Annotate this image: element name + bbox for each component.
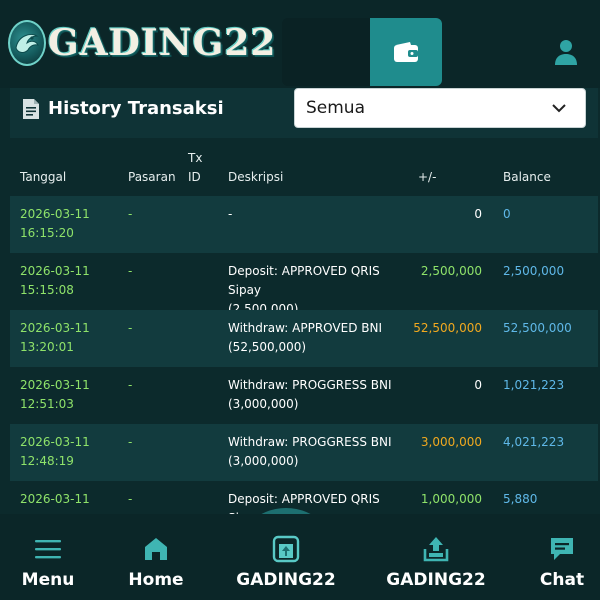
col-header-tanggal: Tanggal <box>20 170 67 184</box>
cell-description-line2: (52,500,000) <box>228 340 307 354</box>
cell-date: 2026-03-11 <box>20 490 115 509</box>
cell-date: 2026-03-11 12:51:03 <box>20 376 115 414</box>
brand-name: GADING22 <box>48 22 277 64</box>
cell-amount: 3,000,000 <box>420 435 482 449</box>
cell-date-time: 16:15:20 <box>20 226 74 240</box>
cell-date-time: 12:48:19 <box>20 454 74 468</box>
cell-date-time: 12:51:03 <box>20 397 74 411</box>
cell-description-line2: (3,000,000) <box>228 454 299 468</box>
cell-balance: 5,880 <box>503 492 538 506</box>
cell-pasaran: - <box>128 378 133 392</box>
cell-description: Withdraw: PROGGRESS BNI (3,000,000) <box>228 433 408 471</box>
wallet-icon <box>394 42 418 62</box>
cell-date-day: 2026-03-11 <box>20 492 90 506</box>
col-header-pasaran: Pasaran <box>128 170 176 184</box>
cell-date: 2026-03-11 12:48:19 <box>20 433 115 471</box>
table-row: 2026-03-11 12:48:19 - Withdraw: PROGGRESS B… <box>10 424 598 481</box>
cell-amount: 2,500,000 <box>420 264 482 278</box>
cell-amount: 1,000,000 <box>420 492 482 506</box>
chevron-down-icon <box>552 104 566 113</box>
cell-date-day: 2026-03-11 <box>20 321 90 335</box>
cell-amount: 0 <box>474 378 482 392</box>
top-header: GADING22 <box>0 0 600 88</box>
user-profile-button[interactable] <box>548 34 584 70</box>
table-row: 2026-03-11 13:20:01 - Withdraw: APPROVED BN… <box>10 310 598 367</box>
table-row: 2026-03-11 15:15:08 - Deposit: APPROVED QRI… <box>10 253 598 316</box>
cell-date-time: 13:20:01 <box>20 340 74 354</box>
filter-selected-value: Semua <box>306 98 366 118</box>
nav-item-deposit[interactable]: GADING22 <box>233 514 339 600</box>
cell-date: 2026-03-11 13:20:01 <box>20 319 115 357</box>
table-body: 2026-03-11 16:15:20 - - 0 0 2026-03-11 15:15:08… <box>10 196 598 538</box>
cell-balance: 4,021,223 <box>503 435 565 449</box>
transaction-filter-select[interactable]: Semua <box>294 88 586 128</box>
cell-balance: 0 <box>503 207 511 221</box>
cell-description-line1: Deposit: APPROVED QRIS Sipay <box>228 264 380 297</box>
chat-icon <box>547 534 577 564</box>
col-header-balance: Balance <box>503 170 551 184</box>
cell-description-line2: (3,000,000) <box>228 397 299 411</box>
cell-description: Withdraw: APPROVED BNI (52,500,000) <box>228 319 408 357</box>
cell-date-day: 2026-03-11 <box>20 435 90 449</box>
cell-description: - <box>228 205 408 224</box>
cell-pasaran: - <box>128 264 133 278</box>
dragon-emblem-icon <box>8 20 46 66</box>
cell-description-line1: Withdraw: APPROVED BNI <box>228 321 383 335</box>
nav-label-deposit: GADING22 <box>236 570 336 590</box>
col-header-deskripsi: Deskripsi <box>228 170 284 184</box>
user-icon <box>555 40 577 65</box>
cell-pasaran: - <box>128 492 133 506</box>
cell-balance: 1,021,223 <box>503 378 565 392</box>
cell-description: Withdraw: PROGGRESS BNI (3,000,000) <box>228 376 408 414</box>
nav-label-menu: Menu <box>21 570 75 590</box>
upload-icon <box>421 534 451 564</box>
cell-date-day: 2026-03-11 <box>20 378 90 392</box>
col-header-tx-line1: Tx <box>188 151 203 165</box>
col-header-tx-line2: ID <box>188 170 201 184</box>
transaction-table: Tanggal Pasaran Tx ID Deskripsi +/- Bala… <box>10 140 598 538</box>
cell-description-line1: Withdraw: PROGGRESS BNI <box>228 378 392 392</box>
table-header: Tanggal Pasaran Tx ID Deskripsi +/- Bala… <box>10 140 598 196</box>
deposit-icon <box>271 534 301 564</box>
cell-amount: 0 <box>474 207 482 221</box>
cell-pasaran: - <box>128 207 133 221</box>
cell-balance: 52,500,000 <box>503 321 572 335</box>
nav-item-home[interactable]: Home <box>122 514 190 600</box>
cell-date-day: 2026-03-11 <box>20 264 90 278</box>
cell-date-day: 2026-03-11 <box>20 207 90 221</box>
col-header-amount: +/- <box>418 170 437 184</box>
nav-item-withdraw[interactable]: GADING22 <box>386 514 486 600</box>
nav-label-home: Home <box>128 570 184 590</box>
cell-amount: 52,500,000 <box>413 321 482 335</box>
table-row: 2026-03-11 12:51:03 - Withdraw: PROGGRESS B… <box>10 367 598 424</box>
home-icon <box>141 534 171 564</box>
cell-date: 2026-03-11 15:15:08 <box>20 262 115 300</box>
nav-label-chat: Chat <box>539 570 585 590</box>
cell-date: 2026-03-11 16:15:20 <box>20 205 115 243</box>
brand-logo[interactable]: GADING22 <box>8 18 275 68</box>
bottom-navigation: Menu Home GADING22 GADING22 Chat <box>0 514 600 600</box>
nav-label-withdraw: GADING22 <box>386 570 486 590</box>
table-row: 2026-03-11 16:15:20 - - 0 0 <box>10 196 598 253</box>
document-icon <box>23 99 39 119</box>
cell-description-line1: Withdraw: PROGGRESS BNI <box>228 435 392 449</box>
wallet-button[interactable] <box>370 18 442 86</box>
page-title: History Transaksi <box>48 98 224 119</box>
cell-date-time: 15:15:08 <box>20 283 74 297</box>
hamburger-icon <box>33 534 63 564</box>
cell-balance: 2,500,000 <box>503 264 565 278</box>
nav-item-menu[interactable]: Menu <box>14 514 82 600</box>
cell-pasaran: - <box>128 435 133 449</box>
cell-description-line1: - <box>228 207 233 221</box>
nav-item-chat[interactable]: Chat <box>530 514 594 600</box>
cell-pasaran: - <box>128 321 133 335</box>
